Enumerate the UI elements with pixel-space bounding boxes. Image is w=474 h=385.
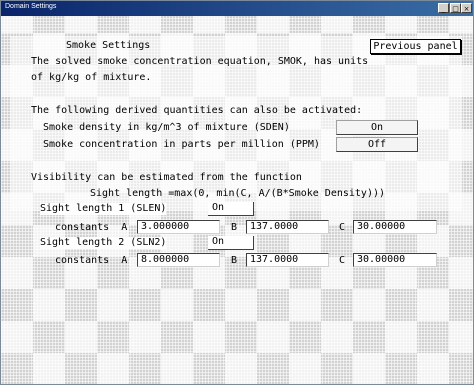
slen1-b-label: B — [231, 222, 238, 233]
close-icon[interactable]: × — [461, 3, 472, 13]
slen1-c-label: C — [339, 222, 346, 233]
sight-length-formula: Sight length =max(0, min(C, A/(B*Smoke D… — [90, 188, 386, 199]
maximize-icon[interactable]: □ — [450, 3, 461, 13]
constants-2-label: constants A — [55, 255, 128, 266]
slen2-c-label: C — [339, 255, 346, 266]
slen2-c-field[interactable]: 30.00000 — [353, 253, 437, 267]
smoke-ppm-toggle[interactable]: Off — [336, 137, 418, 152]
smoke-ppm-label: Smoke concentration in parts per million… — [43, 139, 320, 150]
minimize-icon[interactable]: _ — [438, 3, 449, 13]
title-bar: Domain Settings _ □ × — [1, 1, 473, 16]
sight-length-2-label: Sight length 2 (SLN2) — [40, 237, 167, 249]
slen1-b-field[interactable]: 137.0000 — [246, 220, 329, 234]
smoke-density-toggle[interactable]: On — [336, 120, 418, 135]
intro-line-1: The solved smoke concentration equation,… — [31, 56, 369, 67]
sight-length-1-label: Sight length 1 (SLEN) — [40, 203, 167, 215]
sight-length-2-toggle[interactable]: On — [208, 236, 254, 250]
smoke-density-label: Smoke density in kg/m^3 of mixture (SDEN… — [43, 122, 290, 133]
sight-length-1-toggle[interactable]: On — [208, 202, 254, 216]
slen1-c-field[interactable]: 30.00000 — [353, 220, 437, 234]
slen2-b-label: B — [231, 255, 238, 266]
page-title: Smoke Settings — [66, 40, 151, 51]
derived-heading: The following derived quantities can als… — [31, 105, 363, 116]
intro-line-2: of kg/kg of mixture. — [31, 72, 152, 83]
slen1-a-field[interactable]: 3.000000 — [137, 220, 220, 234]
settings-window: Domain Settings _ □ × Smoke Settings Pre… — [0, 0, 474, 385]
slen2-b-field[interactable]: 137.0000 — [246, 253, 329, 267]
visibility-text: Visibility can be estimated from the fun… — [31, 172, 302, 183]
slen2-a-field[interactable]: 8.000000 — [137, 253, 220, 267]
window-title: Domain Settings — [5, 3, 57, 10]
constants-1-label: constants A — [55, 222, 128, 233]
previous-panel-button[interactable]: Previous panel — [370, 39, 461, 54]
